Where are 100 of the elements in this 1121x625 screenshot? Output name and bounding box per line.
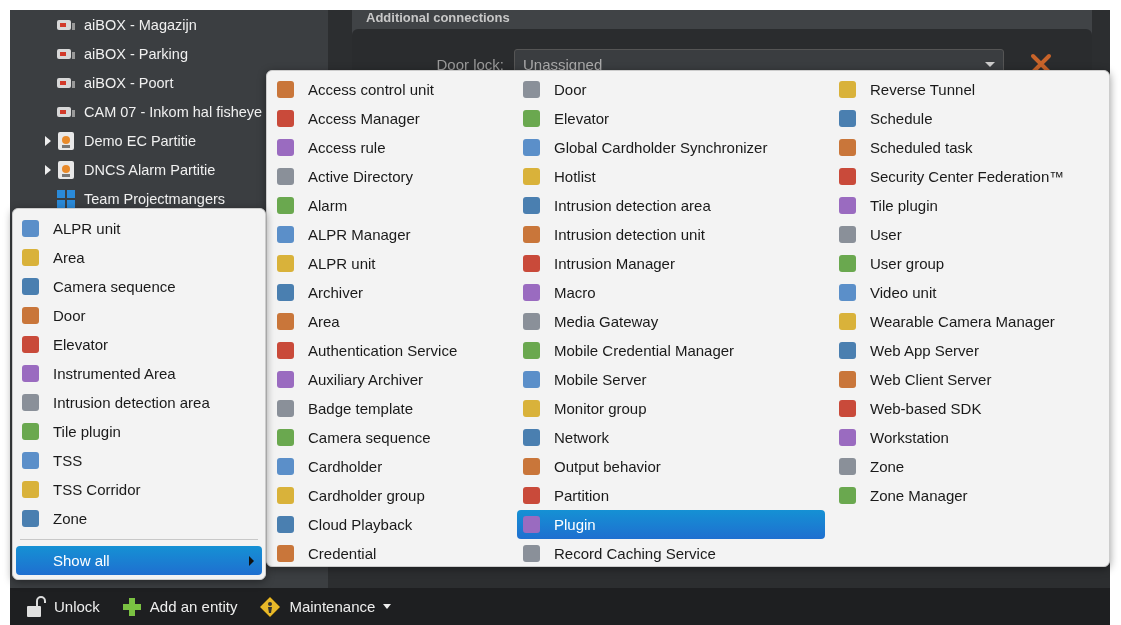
- menu-item[interactable]: Zone: [16, 504, 262, 533]
- menu-item[interactable]: Intrusion Manager: [517, 249, 825, 278]
- menu-item[interactable]: Credential: [271, 539, 517, 568]
- tree-item[interactable]: CAM 07 - Inkom hal fisheye: [84, 103, 263, 120]
- entity-icon: [839, 197, 856, 214]
- menu-item[interactable]: Archiver: [271, 278, 517, 307]
- expand-arrow-icon[interactable]: [45, 135, 51, 146]
- menu-item[interactable]: Intrusion detection area: [517, 191, 825, 220]
- entity-icon: [523, 516, 540, 533]
- menu-item[interactable]: Record Caching Service: [517, 539, 825, 568]
- expand-arrow-icon[interactable]: [45, 164, 51, 175]
- menu-item[interactable]: Zone: [833, 452, 1105, 481]
- menu-item[interactable]: Camera sequence: [16, 272, 262, 301]
- tree-item[interactable]: aiBOX - Poort: [84, 74, 174, 91]
- entity-icon: [839, 110, 856, 127]
- entity-icon: [22, 481, 39, 498]
- menu-item[interactable]: TSS: [16, 446, 262, 475]
- menu-item[interactable]: Elevator: [517, 104, 825, 133]
- toolbar-button[interactable]: Add an entity: [119, 592, 240, 621]
- tree-item[interactable]: DNCS Alarm Partitie: [84, 161, 216, 178]
- entity-icon: [839, 371, 856, 388]
- camera-icon: [56, 46, 76, 61]
- field-label: Door lock:: [435, 55, 504, 73]
- menu-item[interactable]: Hotlist: [517, 162, 825, 191]
- menu-item[interactable]: Elevator: [16, 330, 262, 359]
- menu-item[interactable]: Scheduled task: [833, 133, 1105, 162]
- entity-icon: [22, 307, 39, 324]
- menu-item[interactable]: Mobile Credential Manager: [517, 336, 825, 365]
- entity-icon: [839, 313, 856, 330]
- menu-item[interactable]: Schedule: [833, 104, 1105, 133]
- menu-item[interactable]: Output behavior: [517, 452, 825, 481]
- entity-icon: [839, 284, 856, 301]
- entity-icon: [523, 81, 540, 98]
- grid-icon: [56, 188, 76, 209]
- menu-item[interactable]: Network: [517, 423, 825, 452]
- menu-item[interactable]: Cardholder group: [271, 481, 517, 510]
- entity-icon: [839, 139, 856, 156]
- tree-item[interactable]: Team Projectmangers: [84, 190, 226, 207]
- tree-item[interactable]: Demo EC Partitie: [84, 132, 196, 149]
- menu-item[interactable]: Access Manager: [271, 104, 517, 133]
- menu-item[interactable]: ALPR Manager: [271, 220, 517, 249]
- menu-item[interactable]: User group: [833, 249, 1105, 278]
- menu-item[interactable]: Instrumented Area: [16, 359, 262, 388]
- entity-icon: [277, 516, 294, 533]
- menu-item[interactable]: Cardholder: [271, 452, 517, 481]
- menu-item[interactable]: Area: [16, 243, 262, 272]
- section-header: Additional connections: [365, 10, 511, 27]
- menu-item[interactable]: Video unit: [833, 278, 1105, 307]
- menu-item[interactable]: Mobile Server: [517, 365, 825, 394]
- menu-item[interactable]: Web Client Server: [833, 365, 1105, 394]
- menu-item[interactable]: Plugin: [517, 510, 825, 539]
- menu-item[interactable]: Auxiliary Archiver: [271, 365, 517, 394]
- menu-item[interactable]: Global Cardholder Synchronizer: [517, 133, 825, 162]
- menu-item[interactable]: Tile plugin: [16, 417, 262, 446]
- menu-item[interactable]: Door: [16, 301, 262, 330]
- menu-item[interactable]: Web App Server: [833, 336, 1105, 365]
- menu-item[interactable]: Zone Manager: [833, 481, 1105, 510]
- menu-item[interactable]: ALPR unit: [16, 214, 262, 243]
- toolbar-button[interactable]: Unlock: [24, 591, 102, 622]
- menu-item[interactable]: Alarm: [271, 191, 517, 220]
- entity-icon: [277, 313, 294, 330]
- menu-item[interactable]: Security Center Federation™: [833, 162, 1105, 191]
- entity-icon: [277, 168, 294, 185]
- plus-icon: [121, 596, 142, 617]
- tree-item[interactable]: aiBOX - Magazijn: [84, 16, 197, 33]
- partition-icon: [56, 130, 76, 151]
- menu-item[interactable]: Show all: [16, 546, 262, 575]
- entity-icon: [277, 226, 294, 243]
- menu-item[interactable]: Access rule: [271, 133, 517, 162]
- menu-item[interactable]: Macro: [517, 278, 825, 307]
- menu-item[interactable]: Access control unit: [271, 75, 517, 104]
- menu-item[interactable]: Intrusion detection area: [16, 388, 262, 417]
- menu-item[interactable]: Media Gateway: [517, 307, 825, 336]
- entity-icon: [277, 400, 294, 417]
- menu-item[interactable]: ALPR unit: [271, 249, 517, 278]
- entity-icon: [277, 429, 294, 446]
- menu-item[interactable]: Cloud Playback: [271, 510, 517, 539]
- menu-item[interactable]: Workstation: [833, 423, 1105, 452]
- entity-icon: [22, 249, 39, 266]
- menu-item[interactable]: Authentication Service: [271, 336, 517, 365]
- menu-item[interactable]: User: [833, 220, 1105, 249]
- menu-item[interactable]: Area: [271, 307, 517, 336]
- menu-item[interactable]: Wearable Camera Manager: [833, 307, 1105, 336]
- entity-icon: [523, 458, 540, 475]
- menu-item[interactable]: TSS Corridor: [16, 475, 262, 504]
- menu-item[interactable]: Active Directory: [271, 162, 517, 191]
- toolbar-button[interactable]: Maintenance: [257, 591, 394, 622]
- tree-item[interactable]: aiBOX - Parking: [84, 45, 188, 62]
- entity-icon: [277, 110, 294, 127]
- menu-item[interactable]: Monitor group: [517, 394, 825, 423]
- warning-sign-icon: [259, 595, 282, 618]
- menu-item[interactable]: Tile plugin: [833, 191, 1105, 220]
- entity-icon: [839, 429, 856, 446]
- entity-icon: [523, 255, 540, 272]
- menu-item[interactable]: Partition: [517, 481, 825, 510]
- menu-item[interactable]: Camera sequence: [271, 423, 517, 452]
- menu-item[interactable]: Intrusion detection unit: [517, 220, 825, 249]
- menu-item[interactable]: Web-based SDK: [833, 394, 1105, 423]
- menu-item[interactable]: Badge template: [271, 394, 517, 423]
- camera-icon: [56, 17, 76, 32]
